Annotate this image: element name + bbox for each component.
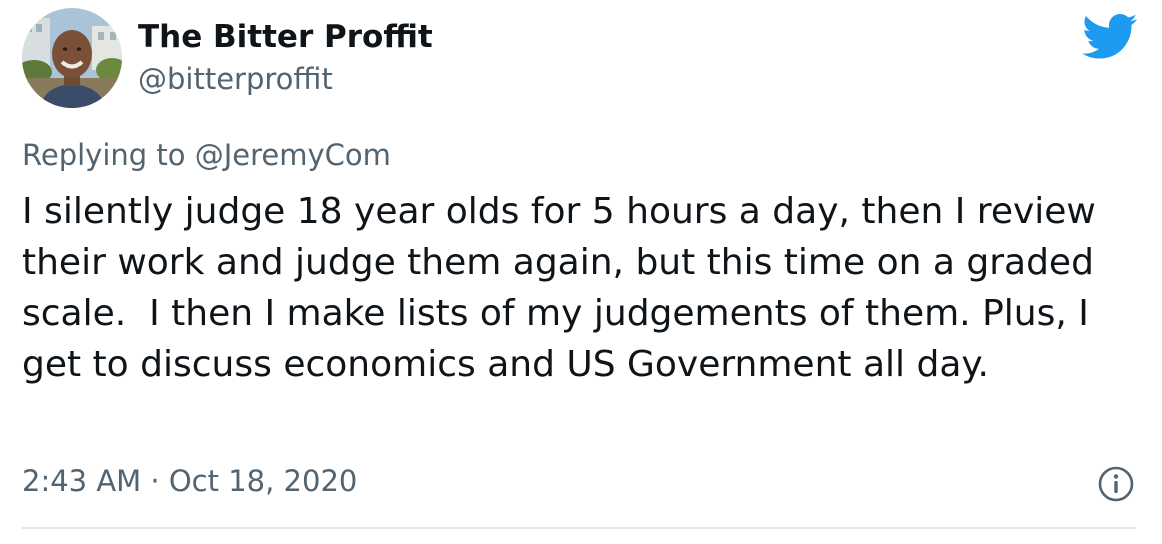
- reply-mention-link[interactable]: @JeremyCom: [195, 138, 391, 172]
- divider: [22, 527, 1136, 529]
- author-display-name[interactable]: The Bitter Proffit: [138, 18, 433, 56]
- author-handle[interactable]: @bitterproffit: [138, 61, 333, 97]
- avatar[interactable]: [22, 8, 122, 108]
- tweet-timestamp[interactable]: 2:43 AM · Oct 18, 2020: [22, 462, 357, 500]
- replying-prefix: Replying to: [22, 138, 195, 172]
- tweet-text: I silently judge 18 year olds for 5 hour…: [22, 191, 1108, 385]
- info-icon[interactable]: [1097, 465, 1135, 503]
- twitter-bird-icon[interactable]: [1082, 12, 1138, 62]
- avatar-photo: [22, 8, 122, 108]
- tweet-card: The Bitter Proffit @bitterproffit Replyi…: [0, 0, 1162, 544]
- replying-to: Replying to @JeremyCom: [22, 136, 391, 174]
